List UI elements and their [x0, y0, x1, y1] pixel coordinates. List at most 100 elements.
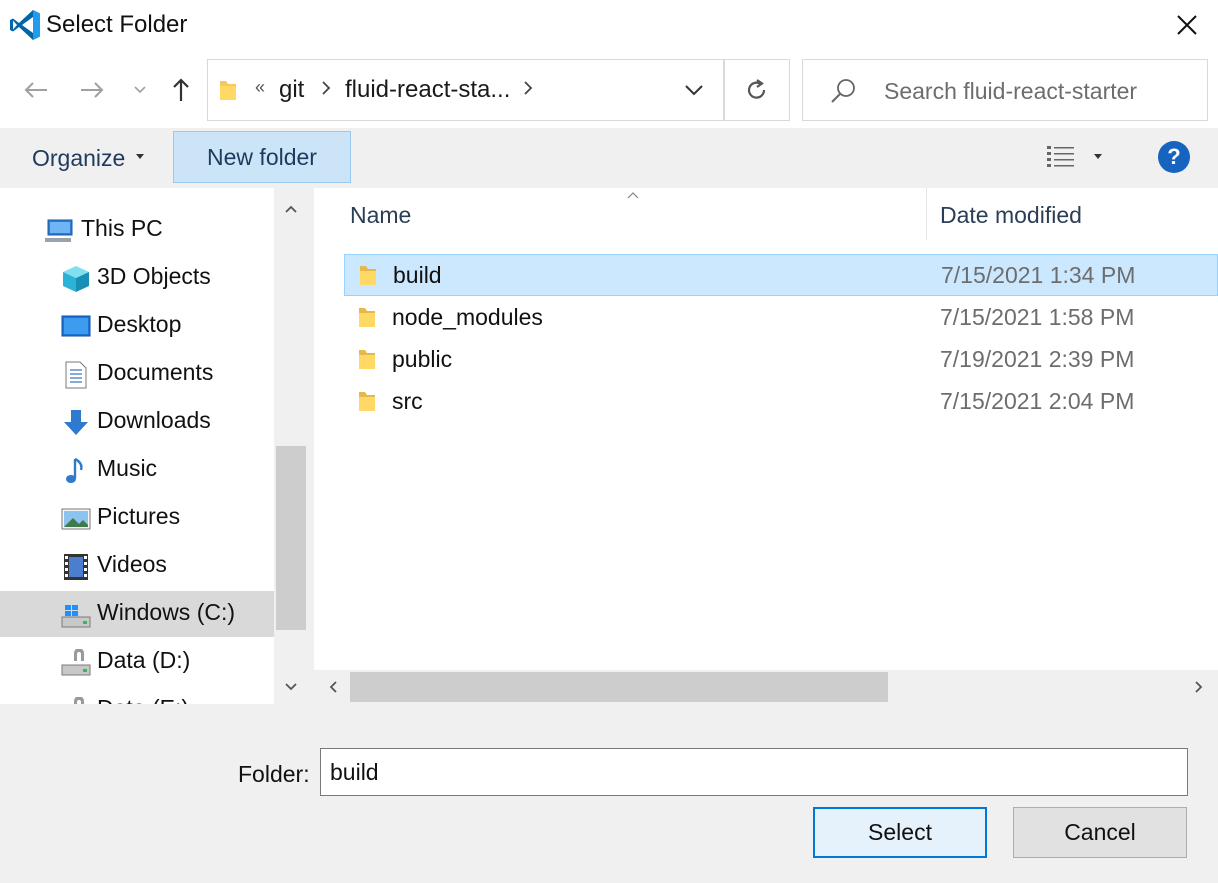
refresh-button[interactable] — [724, 59, 790, 121]
file-name: node_modules — [392, 304, 543, 330]
sidebar-item-label: Music — [97, 455, 158, 481]
column-divider[interactable] — [926, 188, 927, 240]
sidebar-item-label: This PC — [81, 215, 163, 241]
search-input[interactable]: Search fluid-react-starter — [884, 78, 1137, 105]
search-box[interactable]: Search fluid-react-starter — [802, 59, 1208, 121]
chevron-up-icon[interactable] — [282, 200, 300, 218]
sidebar-item-3d-objects[interactable]: 3D Objects — [0, 255, 274, 301]
desktop-icon — [61, 315, 91, 337]
select-button[interactable]: Select — [813, 807, 987, 858]
details-view-icon[interactable] — [1046, 144, 1076, 170]
sidebar-item-music[interactable]: Music — [0, 447, 274, 493]
scrollbar-thumb[interactable] — [350, 672, 888, 702]
caret-down-icon — [136, 154, 144, 159]
recent-locations-button[interactable] — [123, 72, 157, 108]
sidebar-item-desktop[interactable]: Desktop — [0, 303, 274, 349]
music-note-icon — [66, 457, 83, 483]
chevron-right-icon[interactable] — [1190, 678, 1208, 696]
navigation-scrollbar[interactable] — [274, 188, 308, 704]
new-folder-button[interactable]: New folder — [173, 131, 351, 183]
refresh-icon — [747, 79, 766, 99]
chevron-down-icon — [685, 85, 703, 96]
cube-icon — [63, 266, 89, 292]
computer-icon — [45, 219, 73, 242]
folder-label: Folder: — [238, 761, 310, 787]
folder-icon — [359, 308, 375, 327]
back-button[interactable] — [18, 72, 54, 108]
arrow-right-icon — [81, 82, 104, 98]
download-icon — [64, 410, 88, 435]
window-title: Select Folder — [46, 11, 188, 38]
file-date: 7/15/2021 1:58 PM — [940, 304, 1135, 330]
address-bar[interactable]: « git fluid-react-sta... — [207, 59, 725, 121]
picture-icon — [61, 508, 91, 530]
sidebar-item-label: Pictures — [97, 503, 181, 529]
sidebar-item-data-d[interactable]: Data (D:) — [0, 639, 274, 685]
sidebar-item-label: Downloads — [97, 407, 211, 433]
file-name: public — [392, 346, 453, 372]
help-button[interactable]: ? — [1158, 141, 1190, 173]
file-row[interactable]: node_modules 7/15/2021 1:58 PM — [344, 297, 1218, 339]
sidebar-item-data-e[interactable]: Data (E:) — [0, 687, 274, 704]
breadcrumb-fluid-react-starter[interactable]: fluid-react-sta... — [345, 76, 510, 104]
arrow-up-icon — [173, 78, 189, 101]
film-icon — [64, 554, 88, 580]
forward-button[interactable] — [74, 72, 110, 108]
column-header-name[interactable]: Name — [350, 202, 411, 229]
file-date: 7/19/2021 2:39 PM — [940, 346, 1135, 372]
sidebar-item-label: Data (E:) — [97, 695, 189, 704]
organize-menu-button[interactable]: Organize — [32, 145, 125, 172]
sidebar-item-label: Windows (C:) — [97, 599, 236, 625]
chevron-right-icon[interactable] — [522, 78, 534, 98]
chevron-left-icon[interactable] — [324, 678, 342, 696]
overflow-marker[interactable]: « — [255, 77, 265, 98]
sidebar-item-downloads[interactable]: Downloads — [0, 399, 274, 445]
vscode-logo-icon — [10, 10, 40, 40]
up-button[interactable] — [163, 72, 199, 108]
chevron-down-icon[interactable] — [282, 678, 300, 696]
folder-icon — [220, 81, 236, 100]
file-row[interactable]: build 7/15/2021 1:34 PM — [344, 254, 1218, 296]
sidebar-item-label: Videos — [97, 551, 167, 577]
file-row[interactable]: src 7/15/2021 2:04 PM — [344, 381, 1218, 423]
chevron-down-icon — [134, 86, 146, 94]
view-options-dropdown[interactable] — [1094, 154, 1102, 159]
drive-icon — [74, 697, 84, 704]
horizontal-scrollbar[interactable] — [314, 670, 1218, 704]
search-icon — [831, 79, 855, 103]
title-bar: Select Folder — [0, 0, 1218, 50]
file-name: src — [392, 388, 423, 414]
sidebar-item-videos[interactable]: Videos — [0, 543, 274, 589]
chevron-right-icon[interactable] — [320, 78, 332, 98]
sidebar-item-label: Data (D:) — [97, 647, 191, 673]
scrollbar-thumb[interactable] — [276, 446, 306, 630]
sidebar-item-this-pc[interactable]: This PC — [0, 207, 274, 253]
breadcrumb-git[interactable]: git — [279, 76, 304, 104]
system-drive-icon — [61, 605, 91, 628]
sidebar-item-label: Documents — [97, 359, 214, 385]
close-button[interactable] — [1156, 0, 1218, 50]
sidebar-item-documents[interactable]: Documents — [0, 351, 274, 397]
command-bar: Organize New folder ? — [0, 128, 1218, 188]
file-date: 7/15/2021 2:04 PM — [940, 388, 1135, 414]
drive-icon — [61, 649, 91, 676]
folder-icon — [359, 392, 375, 411]
navigation-pane: This PC 3D Objects Desktop Documents Dow… — [0, 188, 274, 704]
cancel-button[interactable]: Cancel — [1013, 807, 1187, 858]
sidebar-item-label: Desktop — [97, 311, 182, 337]
column-header-date-modified[interactable]: Date modified — [940, 202, 1082, 229]
sidebar-item-windows-c[interactable]: Windows (C:) — [0, 591, 274, 637]
sidebar-item-pictures[interactable]: Pictures — [0, 495, 274, 541]
folder-icon — [360, 266, 376, 285]
address-row: « git fluid-react-sta... Search fluid-re… — [0, 50, 1218, 128]
arrow-left-icon — [24, 82, 47, 98]
close-icon — [1177, 15, 1197, 35]
address-history-dropdown[interactable] — [665, 59, 724, 121]
sort-ascending-icon — [627, 192, 639, 199]
folder-name-input[interactable] — [320, 748, 1188, 796]
file-row[interactable]: public 7/19/2021 2:39 PM — [344, 339, 1218, 381]
file-name: build — [393, 262, 442, 288]
document-icon — [65, 361, 87, 389]
file-date: 7/15/2021 1:34 PM — [941, 262, 1136, 288]
file-list: Name Date modified build 7/15/2021 1:34 … — [314, 188, 1218, 704]
